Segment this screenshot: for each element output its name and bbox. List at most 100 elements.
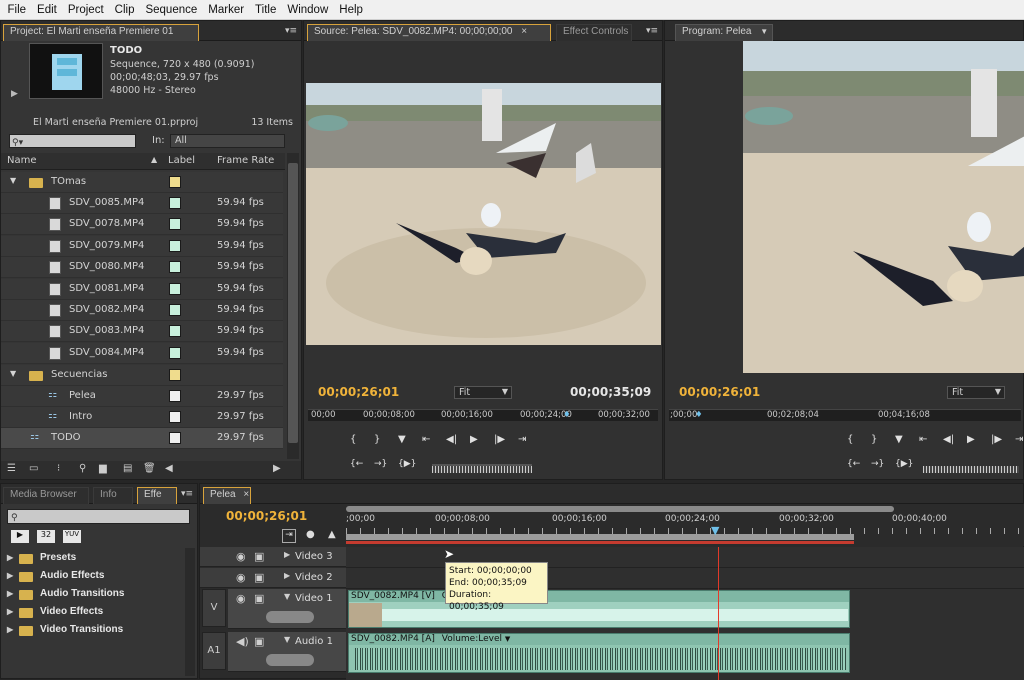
video-clip[interactable]: SDV_0082.MP4 [V] O bbox=[348, 590, 850, 628]
program-time-ruler[interactable]: ;00;00 00;02;08;04 00;04;16;08 ♦ bbox=[669, 409, 1021, 421]
expand-icon[interactable]: ▶ bbox=[7, 589, 13, 598]
find-icon[interactable]: ⚲ bbox=[79, 463, 86, 474]
a1-target-badge[interactable]: A1 bbox=[202, 632, 226, 670]
shuttle-right-icon[interactable]: →} bbox=[871, 459, 884, 469]
effects-folder[interactable]: ▶ Presets bbox=[7, 552, 76, 568]
snap-icon[interactable]: ⇥ bbox=[282, 529, 296, 543]
menu-title[interactable]: Title bbox=[250, 4, 282, 16]
work-area-bar[interactable] bbox=[346, 506, 894, 512]
program-shuttle[interactable] bbox=[923, 466, 1019, 473]
zoom-bar[interactable] bbox=[346, 534, 854, 540]
menu-window[interactable]: Window bbox=[282, 4, 334, 16]
expand-track-icon[interactable]: ▶ bbox=[284, 571, 290, 580]
list-item[interactable]: ▼ TOmas bbox=[1, 172, 283, 193]
scroll-left-icon[interactable]: ◀ bbox=[165, 463, 173, 474]
list-item[interactable]: ⚏ TODO 29.97 fps bbox=[1, 428, 283, 449]
list-view-icon[interactable]: ☰ bbox=[7, 463, 16, 474]
chevron-down-icon[interactable]: ▼ bbox=[760, 27, 768, 36]
panel-menu-icon[interactable]: ▾≡ bbox=[181, 489, 193, 499]
expand-icon[interactable]: ▶ bbox=[7, 553, 13, 562]
tab-sequence-pelea[interactable]: Pelea × bbox=[203, 487, 251, 504]
go-to-in-icon[interactable]: ⇤ bbox=[919, 434, 927, 445]
expand-track-icon[interactable]: ▼ bbox=[284, 592, 290, 601]
expand-icon[interactable]: ▼ bbox=[10, 369, 16, 378]
new-item-icon[interactable]: ▤ bbox=[123, 463, 132, 474]
step-back-icon[interactable]: ◀| bbox=[943, 434, 954, 445]
play-icon[interactable]: ▶ bbox=[470, 434, 478, 445]
menu-clip[interactable]: Clip bbox=[109, 4, 140, 16]
list-item[interactable]: SDV_0085.MP4 59.94 fps bbox=[1, 193, 283, 214]
shuttle-left-icon[interactable]: {← bbox=[350, 459, 363, 469]
program-current-timecode[interactable]: 00;00;26;01 bbox=[679, 385, 760, 399]
marker-icon[interactable]: ▼ bbox=[895, 434, 903, 445]
col-frame-rate[interactable]: Frame Rate bbox=[217, 155, 274, 166]
list-item[interactable]: SDV_0082.MP4 59.94 fps bbox=[1, 300, 283, 321]
tab-effects[interactable]: Effe bbox=[137, 487, 177, 504]
go-to-out-icon[interactable]: ⇥ bbox=[518, 434, 526, 445]
project-scrollbar[interactable] bbox=[287, 153, 299, 459]
new-bin-icon[interactable]: ▆ bbox=[99, 463, 107, 474]
source-time-ruler[interactable]: 00;00 00;00;08;00 00;00;16;00 00;00;24;0… bbox=[308, 409, 658, 421]
list-item[interactable]: SDV_0078.MP4 59.94 fps bbox=[1, 214, 283, 236]
play-icon[interactable]: ▶ bbox=[967, 434, 975, 445]
yuv-effects-icon[interactable]: YUV bbox=[63, 530, 81, 543]
close-icon[interactable]: × bbox=[243, 489, 249, 500]
play-in-to-out-icon[interactable]: {▶} bbox=[895, 459, 913, 469]
scroll-right-icon[interactable]: ▶ bbox=[273, 463, 281, 474]
in-dropdown[interactable]: All bbox=[170, 134, 285, 148]
playhead-line[interactable] bbox=[718, 547, 719, 680]
expand-track-icon[interactable]: ▶ bbox=[284, 550, 290, 559]
icon-view-icon[interactable]: ▭ bbox=[29, 463, 38, 474]
panel-menu-icon[interactable]: ▾≡ bbox=[285, 26, 297, 36]
expand-icon[interactable]: ▶ bbox=[7, 625, 13, 634]
play-in-to-out-icon[interactable]: {▶} bbox=[398, 459, 416, 469]
panel-menu-icon[interactable]: ▾≡ bbox=[646, 26, 658, 36]
program-fit-dropdown[interactable]: Fit ▼ bbox=[947, 386, 1005, 399]
tab-program[interactable]: Program: Pelea ▼ bbox=[675, 24, 773, 41]
step-back-icon[interactable]: ◀| bbox=[446, 434, 457, 445]
effects-folder[interactable]: ▶ Video Transitions bbox=[7, 624, 123, 640]
playhead-marker-icon[interactable]: ♦ bbox=[695, 410, 703, 420]
effects-folder[interactable]: ▶ Video Effects bbox=[7, 606, 103, 622]
menu-marker[interactable]: Marker bbox=[203, 4, 250, 16]
32bit-effects-icon[interactable]: 32 bbox=[37, 530, 55, 543]
expand-icon[interactable]: ▶ bbox=[7, 607, 13, 616]
lock-icon[interactable]: ▣ bbox=[254, 635, 264, 648]
accelerated-effects-icon[interactable]: ▶ bbox=[11, 530, 29, 543]
menu-help[interactable]: Help bbox=[334, 4, 369, 16]
eye-icon[interactable]: ◉ bbox=[236, 592, 246, 605]
v-target-badge[interactable]: V bbox=[202, 589, 226, 627]
tab-project[interactable]: Project: El Marti enseña Premiere 01 bbox=[3, 24, 199, 41]
eye-icon[interactable]: ◉ bbox=[236, 571, 246, 584]
eye-icon[interactable]: ◉ bbox=[236, 550, 246, 563]
timeline-current-timecode[interactable]: 00;00;26;01 bbox=[226, 509, 307, 523]
project-search-input[interactable]: ⚲▾ bbox=[9, 134, 136, 148]
keyframe-slider[interactable] bbox=[266, 611, 314, 623]
shuttle-right-icon[interactable]: →} bbox=[374, 459, 387, 469]
col-name[interactable]: Name bbox=[7, 155, 37, 166]
expand-icon[interactable]: ▶ bbox=[7, 571, 13, 580]
effects-folder[interactable]: ▶ Audio Effects bbox=[7, 570, 104, 586]
lock-icon[interactable]: ▣ bbox=[254, 592, 264, 605]
source-fit-dropdown[interactable]: Fit ▼ bbox=[454, 386, 512, 399]
tab-effect-controls[interactable]: Effect Controls bbox=[556, 24, 632, 41]
marker-icon[interactable]: ▼ bbox=[398, 434, 406, 445]
effects-search-input[interactable]: ⚲ bbox=[7, 509, 190, 524]
lock-icon[interactable]: ▣ bbox=[254, 571, 264, 584]
delete-icon[interactable]: 🗑 bbox=[143, 463, 156, 474]
shuttle-left-icon[interactable]: {← bbox=[847, 459, 860, 469]
set-marker-icon[interactable]: ● bbox=[306, 529, 315, 540]
go-to-out-icon[interactable]: ⇥ bbox=[1015, 434, 1023, 445]
list-item[interactable]: ⚏ Pelea 29.97 fps bbox=[1, 386, 283, 407]
list-item[interactable]: SDV_0084.MP4 59.94 fps bbox=[1, 342, 283, 364]
menu-sequence[interactable]: Sequence bbox=[140, 4, 203, 16]
list-item[interactable]: SDV_0083.MP4 59.94 fps bbox=[1, 321, 283, 343]
mark-in-icon[interactable]: { bbox=[847, 434, 853, 445]
audio-clip[interactable]: SDV_0082.MP4 [A] Volume:Level ▼ bbox=[348, 633, 850, 673]
playhead-marker-icon[interactable]: ♦ bbox=[563, 410, 571, 420]
marker-icon[interactable]: ▲ bbox=[328, 529, 336, 540]
effects-scrollbar[interactable] bbox=[185, 548, 195, 676]
go-to-in-icon[interactable]: ⇤ bbox=[422, 434, 430, 445]
speaker-icon[interactable]: ◀) bbox=[236, 635, 249, 648]
expand-icon[interactable]: ▼ bbox=[10, 176, 16, 185]
